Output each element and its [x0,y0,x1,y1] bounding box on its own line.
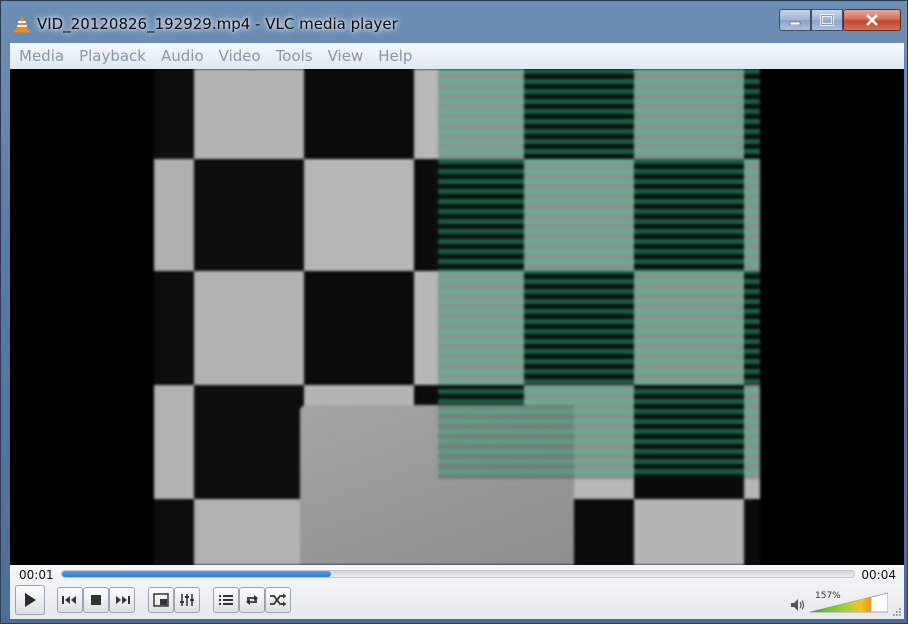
loop-button[interactable] [239,587,265,613]
title-bar[interactable]: VID_20120826_192929.mp4 - VLC media play… [1,1,907,43]
window-title: VID_20120826_192929.mp4 - VLC media play… [37,15,398,33]
video-frame [154,69,760,565]
play-button[interactable] [15,585,45,615]
seek-bar[interactable] [61,570,855,578]
maximize-button[interactable] [811,9,843,31]
loop-icon [246,595,258,605]
menu-playback[interactable]: Playback [79,47,146,65]
extended-settings-button[interactable] [174,587,200,613]
playlist-button[interactable] [213,587,239,613]
previous-icon [62,596,76,604]
menu-audio[interactable]: Audio [161,47,204,65]
menu-bar: Media Playback Audio Video Tools View He… [10,43,904,70]
elapsed-time: 00:01 [19,568,54,582]
play-icon [25,593,36,607]
close-button[interactable] [843,9,901,31]
minimize-button[interactable] [779,9,811,31]
close-icon [866,14,878,26]
menu-tools[interactable]: Tools [276,47,313,65]
next-icon [116,596,130,604]
previous-button[interactable] [57,587,83,613]
fullscreen-button[interactable] [148,587,174,613]
playlist-icon [219,595,233,605]
vlc-cone-icon [14,16,30,33]
volume-slider[interactable] [810,592,888,613]
total-time: 00:04 [861,568,896,582]
video-area[interactable] [10,69,904,565]
shuffle-icon [270,593,287,607]
speaker-icon[interactable] [790,598,808,612]
vlc-window: VID_20120826_192929.mp4 - VLC media play… [0,0,908,624]
fullscreen-icon [153,593,169,607]
stop-icon [91,595,101,605]
menu-view[interactable]: View [328,47,364,65]
shuffle-button[interactable] [265,587,291,613]
maximize-icon [820,14,834,26]
menu-video[interactable]: Video [219,47,261,65]
extended-settings-icon [180,594,194,606]
control-panel: 00:01 00:04 157% [10,565,904,619]
menu-media[interactable]: Media [19,47,64,65]
minimize-icon [789,21,801,25]
seek-progress [62,571,332,577]
next-button[interactable] [109,587,135,613]
resize-grip-icon[interactable] [892,607,902,617]
menu-help[interactable]: Help [378,47,412,65]
stop-button[interactable] [83,587,109,613]
